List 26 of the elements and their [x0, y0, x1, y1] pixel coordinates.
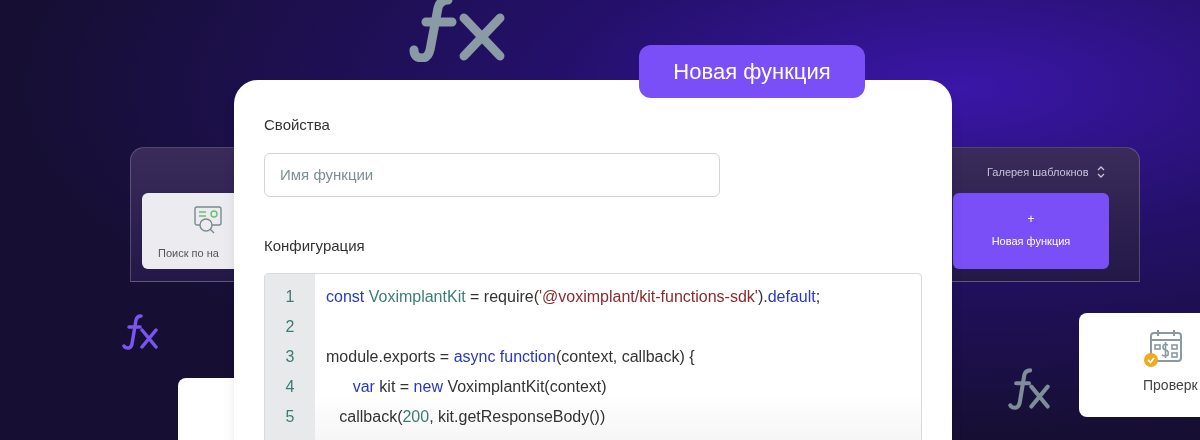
badge: Новая функция — [639, 45, 865, 98]
profile-search-icon — [194, 205, 224, 235]
input-field[interactable]: Имя функции — [264, 152, 720, 197]
line-number: 5 — [285, 407, 295, 427]
template-card[interactable]: Поиск по на — [142, 193, 235, 269]
new-function-button[interactable]: + Новая функция — [953, 193, 1109, 269]
fx-icon — [1008, 368, 1050, 410]
code-editor[interactable] — [264, 273, 922, 440]
side-card[interactable]: Проверк — [1079, 313, 1200, 417]
calendar-dollar-icon — [1143, 327, 1185, 369]
code-line: callback(200, kit.getResponseBody()) — [338, 408, 606, 425]
gallery-label[interactable]: Галерея шаблокнов — [987, 164, 1089, 181]
template-card-label: Поиск по на — [157, 246, 219, 261]
line-number: 3 — [285, 347, 295, 367]
section-heading: Свойства — [264, 115, 330, 135]
code-line: var kit = new VoximplantKit(context) — [351, 378, 607, 395]
fx-icon — [408, 0, 506, 62]
section-heading: Конфигурация — [264, 235, 365, 256]
code-line: const VoximplantKit = require('@voximplant/kit-functions-sdk').default; — [326, 288, 821, 305]
chevron-updown-icon — [1096, 166, 1105, 179]
fx-icon — [122, 314, 158, 350]
line-number: 2 — [285, 317, 295, 337]
side-card-label: Проверк — [1143, 376, 1198, 395]
line-number: 1 — [285, 287, 295, 307]
line-number: 4 — [285, 377, 295, 397]
code-line: module.exports = async function(context, callback) { — [326, 348, 695, 365]
